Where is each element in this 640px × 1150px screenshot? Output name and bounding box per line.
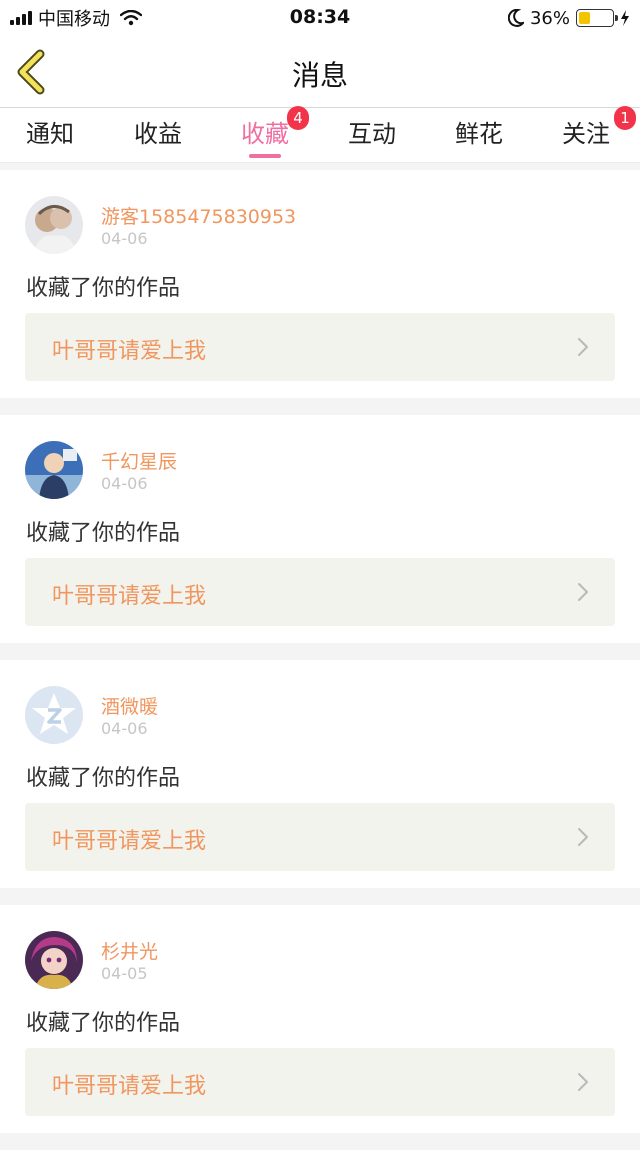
tab-label: 关注 [562,120,610,148]
avatar[interactable] [25,931,83,989]
list-item: 游客1585475830953 04-06 收藏了你的作品 叶哥哥请爱上我 [0,170,640,398]
tab-notifications[interactable]: 通知 [26,114,74,158]
charging-icon [621,10,629,26]
chevron-right-icon [578,828,588,846]
date: 04-06 [101,719,148,738]
unread-badge: 1 [614,106,636,130]
work-title: 叶哥哥请爱上我 [52,584,207,609]
chevron-right-icon [578,1073,588,1091]
favorites-feed: 游客1585475830953 04-06 收藏了你的作品 叶哥哥请爱上我 千幻… [0,170,640,1150]
action-text: 收藏了你的作品 [26,521,181,546]
chevron-right-icon [578,583,588,601]
active-tab-indicator [249,154,281,158]
list-item: 千幻星辰 04-06 收藏了你的作品 叶哥哥请爱上我 [0,415,640,643]
avatar[interactable] [25,196,83,254]
work-link[interactable]: 叶哥哥请爱上我 [25,1048,615,1116]
date: 04-06 [101,229,148,248]
tab-label: 互动 [348,120,396,148]
tab-label: 通知 [26,120,74,148]
tab-earnings[interactable]: 收益 [134,114,182,158]
tab-label: 鲜花 [455,120,503,148]
list-item: 酒微暖 04-06 收藏了你的作品 叶哥哥请爱上我 [0,660,640,888]
unread-badge: 4 [287,106,309,130]
work-title: 叶哥哥请爱上我 [52,829,207,854]
tab-follows[interactable]: 关注 1 [562,106,636,158]
chevron-right-icon [578,338,588,356]
username[interactable]: 杉井光 [101,937,158,964]
list-item: 杉井光 04-05 收藏了你的作品 叶哥哥请爱上我 [0,905,640,1133]
date: 04-05 [101,964,148,983]
status-bar: 中国移动 08:34 36% [0,0,640,36]
tab-label: 收藏 [241,120,289,148]
work-title: 叶哥哥请爱上我 [52,339,207,364]
action-text: 收藏了你的作品 [26,766,181,791]
action-text: 收藏了你的作品 [26,276,181,301]
username[interactable]: 千幻星辰 [101,447,177,474]
battery-percent: 36% [529,7,570,29]
nav-header: 消息 [0,36,640,108]
date: 04-06 [101,474,148,493]
tab-label: 收益 [134,120,182,148]
action-text: 收藏了你的作品 [26,1011,181,1036]
battery-icon [576,9,618,27]
work-title: 叶哥哥请爱上我 [52,1074,207,1099]
tab-interactions[interactable]: 互动 [348,114,396,158]
message-tabs: 通知 收益 收藏 4 互动 鲜花 关注 1 [0,106,640,163]
username[interactable]: 游客1585475830953 [101,202,296,229]
page-title: 消息 [291,59,348,92]
avatar[interactable] [25,686,83,744]
username[interactable]: 酒微暖 [101,692,158,719]
work-link[interactable]: 叶哥哥请爱上我 [25,313,615,381]
tab-favorites[interactable]: 收藏 4 [241,106,309,158]
tab-flowers[interactable]: 鲜花 [455,114,503,158]
avatar[interactable] [25,441,83,499]
work-link[interactable]: 叶哥哥请爱上我 [25,558,615,626]
work-link[interactable]: 叶哥哥请爱上我 [25,803,615,871]
moon-icon [507,9,524,27]
